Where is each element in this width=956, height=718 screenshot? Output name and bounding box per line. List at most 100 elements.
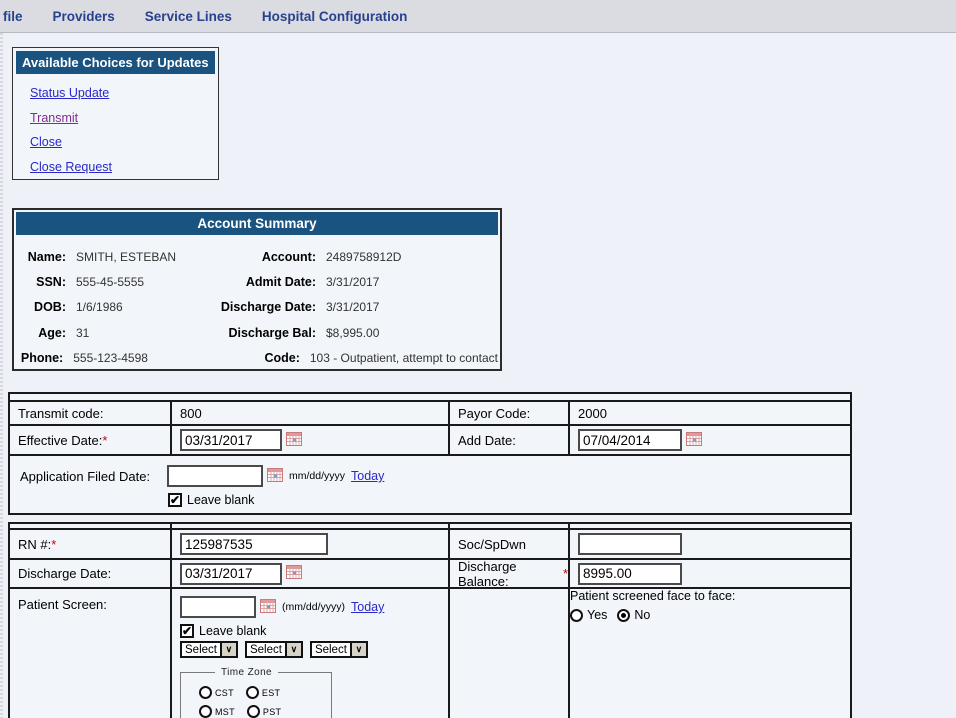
available-choices-panel: Available Choices for Updates Status Upd… [12, 47, 219, 180]
link-transmit[interactable]: Transmit [30, 111, 215, 125]
table-spacer-row [10, 524, 850, 528]
rn-number-label: RN #:* [10, 530, 170, 558]
left-scroll-edge [0, 33, 3, 718]
account-label: DOB: [16, 300, 66, 314]
application-filed-date-input[interactable] [167, 465, 263, 487]
patient-screen-label: Patient Screen: [10, 589, 170, 718]
account-value: 103 - Outpatient, attempt to contact [310, 351, 498, 365]
rn-number-row: RN #:* Soc/SpDwn [10, 528, 850, 558]
calendar-icon[interactable] [260, 599, 276, 616]
today-link[interactable]: Today [351, 600, 384, 614]
add-date-input[interactable] [578, 429, 682, 451]
radio-cst[interactable] [199, 686, 212, 699]
account-row: SSN: 555-45-5555 Admit Date: 3/31/2017 [16, 269, 498, 294]
account-value: 555-45-5555 [76, 275, 216, 289]
nav-item-providers[interactable]: Providers [53, 9, 115, 24]
patient-screen-row: Patient Screen: (mm/dd/yyyy) Today ✔ Lea… [10, 587, 850, 718]
radio-est[interactable] [246, 686, 259, 699]
empty-cell [448, 589, 568, 718]
account-value: 3/31/2017 [326, 275, 498, 289]
nav-item-file[interactable]: file [3, 9, 23, 24]
leave-blank-label: Leave blank [187, 493, 254, 507]
transmit-code-label: Transmit code: [10, 402, 170, 424]
radio-mst[interactable] [199, 705, 212, 718]
select-dropdown-3[interactable]: Select ∨ [310, 641, 368, 658]
leave-blank-label: Leave blank [199, 624, 266, 638]
leave-blank-checkbox[interactable]: ✔ [168, 493, 182, 507]
date-format-hint: mm/dd/yyyy [289, 470, 345, 482]
link-close[interactable]: Close [30, 135, 215, 149]
account-label: Phone: [16, 351, 63, 365]
nav-item-service-lines[interactable]: Service Lines [145, 9, 232, 24]
account-label: Age: [16, 326, 66, 340]
account-value: 2489758912D [326, 250, 498, 264]
calendar-icon[interactable] [267, 468, 283, 485]
discharge-row: Discharge Date: Discharge Balance:* [10, 558, 850, 587]
account-label: Code: [205, 351, 299, 365]
radio-pst[interactable] [247, 705, 260, 718]
account-summary-panel: Account Summary Name: SMITH, ESTEBAN Acc… [12, 208, 502, 371]
account-value: 3/31/2017 [326, 300, 498, 314]
discharge-balance-input[interactable] [578, 563, 682, 585]
face-to-face-label: Patient screened face to face: [570, 589, 850, 603]
radio-no-label: No [634, 608, 650, 622]
select-dropdown-1[interactable]: Select ∨ [180, 641, 238, 658]
radio-mst-label: MST [215, 707, 235, 717]
application-filed-date-row: Application Filed Date: mm/dd/yyyy Today… [10, 454, 850, 513]
account-row: Phone: 555-123-4598 Code: 103 - Outpatie… [16, 346, 498, 371]
required-asterisk: * [102, 433, 107, 448]
discharge-balance-label: Discharge Balance:* [448, 560, 568, 587]
field-label-text: Discharge Balance: [458, 560, 563, 587]
available-choices-title: Available Choices for Updates [16, 51, 215, 74]
soc-spdwn-input[interactable] [578, 533, 682, 555]
patient-screen-date-input[interactable] [180, 596, 256, 618]
effective-date-input[interactable] [180, 429, 282, 451]
account-value: SMITH, ESTEBAN [76, 250, 216, 264]
link-close-request[interactable]: Close Request [30, 160, 215, 174]
radio-yes-label: Yes [587, 608, 607, 622]
transmit-code-row: Transmit code: 800 Payor Code: 2000 [10, 400, 850, 424]
account-value: 555-123-4598 [73, 351, 205, 365]
radio-yes[interactable] [570, 609, 583, 622]
select-value: Select [182, 643, 220, 656]
radio-est-label: EST [262, 688, 280, 698]
timezone-legend: Time Zone [215, 667, 278, 678]
account-value: 1/6/1986 [76, 300, 216, 314]
account-row: DOB: 1/6/1986 Discharge Date: 3/31/2017 [16, 295, 498, 320]
application-filed-date-label: Application Filed Date: [20, 469, 167, 484]
timezone-fieldset: Time Zone CST EST MST PST [180, 667, 332, 718]
payor-code-label: Payor Code: [448, 402, 568, 424]
account-label: Name: [16, 250, 66, 264]
nav-item-hospital-configuration[interactable]: Hospital Configuration [262, 9, 408, 24]
account-value: 31 [76, 326, 216, 340]
transmit-form-table: Transmit code: 800 Payor Code: 2000 Effe… [8, 392, 852, 515]
soc-spdwn-label: Soc/SpDwn [448, 530, 568, 558]
field-label-text: RN #: [18, 537, 51, 552]
leave-blank-checkbox[interactable]: ✔ [180, 624, 194, 638]
rn-number-input[interactable] [180, 533, 328, 555]
effective-date-label: Effective Date:* [10, 426, 170, 454]
calendar-icon[interactable] [686, 432, 702, 449]
calendar-icon[interactable] [286, 432, 302, 449]
account-label: SSN: [16, 275, 66, 289]
effective-date-row: Effective Date:* Add Date: [10, 424, 850, 454]
account-label: Account: [216, 250, 316, 264]
radio-no[interactable] [617, 609, 630, 622]
top-nav: file Providers Service Lines Hospital Co… [0, 0, 956, 33]
chevron-down-icon: ∨ [285, 643, 301, 656]
required-asterisk: * [51, 537, 56, 552]
field-label-text: Effective Date: [18, 433, 102, 448]
date-format-hint: (mm/dd/yyyy) [282, 601, 345, 613]
payor-code-value: 2000 [568, 402, 850, 424]
discharge-date-input[interactable] [180, 563, 282, 585]
account-row: Name: SMITH, ESTEBAN Account: 2489758912… [16, 244, 498, 269]
chevron-down-icon: ∨ [350, 643, 366, 656]
account-label: Discharge Bal: [216, 326, 316, 340]
today-link[interactable]: Today [351, 469, 384, 483]
link-status-update[interactable]: Status Update [30, 86, 215, 100]
select-dropdown-2[interactable]: Select ∨ [245, 641, 303, 658]
calendar-icon[interactable] [286, 565, 302, 582]
details-form-table: RN #:* Soc/SpDwn Discharge Date: Dischar… [8, 522, 852, 718]
discharge-date-label: Discharge Date: [10, 560, 170, 587]
add-date-label: Add Date: [448, 426, 568, 454]
